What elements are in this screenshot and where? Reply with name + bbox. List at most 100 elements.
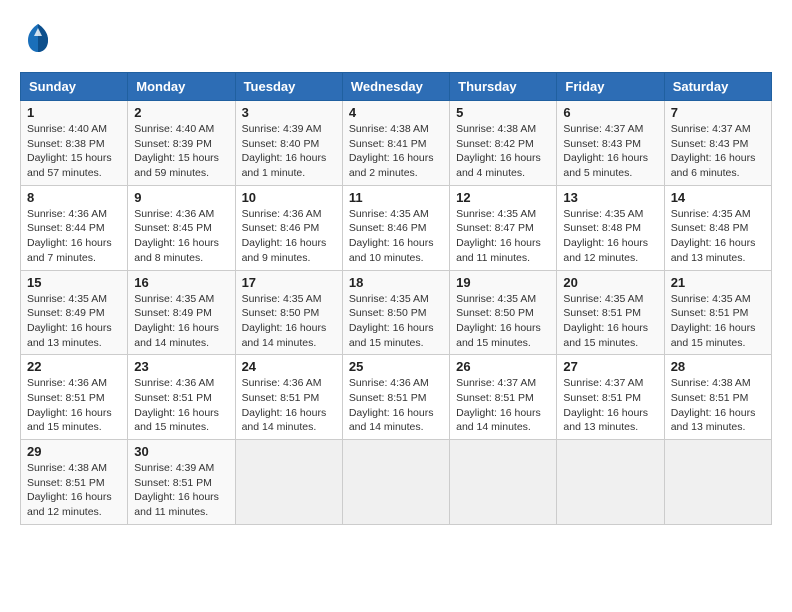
calendar-cell: 8 Sunrise: 4:36 AMSunset: 8:44 PMDaylight…: [21, 185, 128, 270]
day-info: Sunrise: 4:35 AMSunset: 8:46 PMDaylight:…: [349, 207, 443, 266]
calendar-cell: [557, 440, 664, 525]
day-info: Sunrise: 4:37 AMSunset: 8:51 PMDaylight:…: [456, 376, 550, 435]
day-number: 4: [349, 105, 443, 120]
day-number: 27: [563, 359, 657, 374]
day-info: Sunrise: 4:35 AMSunset: 8:51 PMDaylight:…: [563, 292, 657, 351]
header-tuesday: Tuesday: [235, 73, 342, 101]
calendar-cell: 30 Sunrise: 4:39 AMSunset: 8:51 PMDayligh…: [128, 440, 235, 525]
day-info: Sunrise: 4:36 AMSunset: 8:46 PMDaylight:…: [242, 207, 336, 266]
calendar-cell: [664, 440, 771, 525]
calendar-cell: [342, 440, 449, 525]
calendar-cell: [235, 440, 342, 525]
day-number: 21: [671, 275, 765, 290]
day-number: 1: [27, 105, 121, 120]
header-wednesday: Wednesday: [342, 73, 449, 101]
calendar-week-1: 1 Sunrise: 4:40 AMSunset: 8:38 PMDaylight…: [21, 101, 772, 186]
day-number: 2: [134, 105, 228, 120]
calendar-cell: 19 Sunrise: 4:35 AMSunset: 8:50 PMDayligh…: [450, 270, 557, 355]
calendar-cell: 6 Sunrise: 4:37 AMSunset: 8:43 PMDaylight…: [557, 101, 664, 186]
calendar-cell: 22Sunrise: 4:36 AMSunset: 8:51 PMDayligh…: [21, 355, 128, 440]
day-info: Sunrise: 4:35 AMSunset: 8:49 PMDaylight:…: [27, 292, 121, 351]
calendar-cell: 26 Sunrise: 4:37 AMSunset: 8:51 PMDayligh…: [450, 355, 557, 440]
day-info: Sunrise: 4:38 AMSunset: 8:51 PMDaylight:…: [27, 461, 121, 520]
day-number: 5: [456, 105, 550, 120]
calendar-cell: 12 Sunrise: 4:35 AMSunset: 8:47 PMDayligh…: [450, 185, 557, 270]
header-saturday: Saturday: [664, 73, 771, 101]
calendar-cell: 16 Sunrise: 4:35 AMSunset: 8:49 PMDayligh…: [128, 270, 235, 355]
calendar-cell: 15 Sunrise: 4:35 AMSunset: 8:49 PMDayligh…: [21, 270, 128, 355]
calendar-cell: 1 Sunrise: 4:40 AMSunset: 8:38 PMDaylight…: [21, 101, 128, 186]
day-number: 23: [134, 359, 228, 374]
calendar-cell: 28 Sunrise: 4:38 AMSunset: 8:51 PMDayligh…: [664, 355, 771, 440]
day-info: Sunrise: 4:35 AMSunset: 8:51 PMDaylight:…: [671, 292, 765, 351]
day-number: 14: [671, 190, 765, 205]
day-number: 15: [27, 275, 121, 290]
day-number: 7: [671, 105, 765, 120]
header-sunday: Sunday: [21, 73, 128, 101]
day-number: 29: [27, 444, 121, 459]
day-info: Sunrise: 4:35 AMSunset: 8:48 PMDaylight:…: [563, 207, 657, 266]
calendar-cell: 25 Sunrise: 4:36 AMSunset: 8:51 PMDayligh…: [342, 355, 449, 440]
header-monday: Monday: [128, 73, 235, 101]
calendar-table: SundayMondayTuesdayWednesdayThursdayFrid…: [20, 72, 772, 525]
logo: [20, 20, 62, 56]
day-info: Sunrise: 4:40 AMSunset: 8:39 PMDaylight:…: [134, 122, 228, 181]
calendar-cell: 24 Sunrise: 4:36 AMSunset: 8:51 PMDayligh…: [235, 355, 342, 440]
calendar-cell: 7 Sunrise: 4:37 AMSunset: 8:43 PMDaylight…: [664, 101, 771, 186]
day-number: 30: [134, 444, 228, 459]
day-number: 11: [349, 190, 443, 205]
day-number: 16: [134, 275, 228, 290]
day-info: Sunrise: 4:38 AMSunset: 8:42 PMDaylight:…: [456, 122, 550, 181]
header-thursday: Thursday: [450, 73, 557, 101]
calendar-week-5: 29 Sunrise: 4:38 AMSunset: 8:51 PMDayligh…: [21, 440, 772, 525]
calendar-cell: 11 Sunrise: 4:35 AMSunset: 8:46 PMDayligh…: [342, 185, 449, 270]
day-info: Sunrise: 4:35 AMSunset: 8:50 PMDaylight:…: [349, 292, 443, 351]
day-number: 9: [134, 190, 228, 205]
calendar-cell: 18 Sunrise: 4:35 AMSunset: 8:50 PMDayligh…: [342, 270, 449, 355]
day-info: Sunrise: 4:35 AMSunset: 8:50 PMDaylight:…: [242, 292, 336, 351]
day-info: Sunrise: 4:39 AMSunset: 8:40 PMDaylight:…: [242, 122, 336, 181]
day-number: 17: [242, 275, 336, 290]
day-info: Sunrise: 4:36 AMSunset: 8:44 PMDaylight:…: [27, 207, 121, 266]
day-info: Sunrise: 4:35 AMSunset: 8:49 PMDaylight:…: [134, 292, 228, 351]
day-info: Sunrise: 4:37 AMSunset: 8:43 PMDaylight:…: [671, 122, 765, 181]
day-number: 19: [456, 275, 550, 290]
calendar-cell: 20Sunrise: 4:35 AMSunset: 8:51 PMDayligh…: [557, 270, 664, 355]
day-info: Sunrise: 4:38 AMSunset: 8:41 PMDaylight:…: [349, 122, 443, 181]
day-number: 26: [456, 359, 550, 374]
day-number: 8: [27, 190, 121, 205]
day-number: 25: [349, 359, 443, 374]
day-number: 12: [456, 190, 550, 205]
day-info: Sunrise: 4:36 AMSunset: 8:51 PMDaylight:…: [242, 376, 336, 435]
day-info: Sunrise: 4:37 AMSunset: 8:43 PMDaylight:…: [563, 122, 657, 181]
day-number: 6: [563, 105, 657, 120]
header-friday: Friday: [557, 73, 664, 101]
calendar-cell: 9 Sunrise: 4:36 AMSunset: 8:45 PMDaylight…: [128, 185, 235, 270]
day-info: Sunrise: 4:36 AMSunset: 8:51 PMDaylight:…: [349, 376, 443, 435]
calendar-cell: 21 Sunrise: 4:35 AMSunset: 8:51 PMDayligh…: [664, 270, 771, 355]
day-info: Sunrise: 4:37 AMSunset: 8:51 PMDaylight:…: [563, 376, 657, 435]
day-info: Sunrise: 4:36 AMSunset: 8:51 PMDaylight:…: [134, 376, 228, 435]
day-number: 3: [242, 105, 336, 120]
day-info: Sunrise: 4:38 AMSunset: 8:51 PMDaylight:…: [671, 376, 765, 435]
day-info: Sunrise: 4:35 AMSunset: 8:47 PMDaylight:…: [456, 207, 550, 266]
calendar-cell: [450, 440, 557, 525]
day-info: Sunrise: 4:35 AMSunset: 8:50 PMDaylight:…: [456, 292, 550, 351]
page-header: [20, 20, 772, 56]
calendar-week-3: 15 Sunrise: 4:35 AMSunset: 8:49 PMDayligh…: [21, 270, 772, 355]
day-number: 28: [671, 359, 765, 374]
calendar-cell: 2 Sunrise: 4:40 AMSunset: 8:39 PMDaylight…: [128, 101, 235, 186]
day-number: 13: [563, 190, 657, 205]
logo-icon: [20, 20, 56, 56]
calendar-cell: 4 Sunrise: 4:38 AMSunset: 8:41 PMDaylight…: [342, 101, 449, 186]
day-number: 18: [349, 275, 443, 290]
day-info: Sunrise: 4:36 AMSunset: 8:45 PMDaylight:…: [134, 207, 228, 266]
calendar-week-2: 8 Sunrise: 4:36 AMSunset: 8:44 PMDaylight…: [21, 185, 772, 270]
day-info: Sunrise: 4:39 AMSunset: 8:51 PMDaylight:…: [134, 461, 228, 520]
day-number: 24: [242, 359, 336, 374]
day-info: Sunrise: 4:40 AMSunset: 8:38 PMDaylight:…: [27, 122, 121, 181]
calendar-cell: 17 Sunrise: 4:35 AMSunset: 8:50 PMDayligh…: [235, 270, 342, 355]
day-info: Sunrise: 4:36 AMSunset: 8:51 PMDaylight:…: [27, 376, 121, 435]
calendar-cell: 13 Sunrise: 4:35 AMSunset: 8:48 PMDayligh…: [557, 185, 664, 270]
calendar-cell: 5 Sunrise: 4:38 AMSunset: 8:42 PMDaylight…: [450, 101, 557, 186]
